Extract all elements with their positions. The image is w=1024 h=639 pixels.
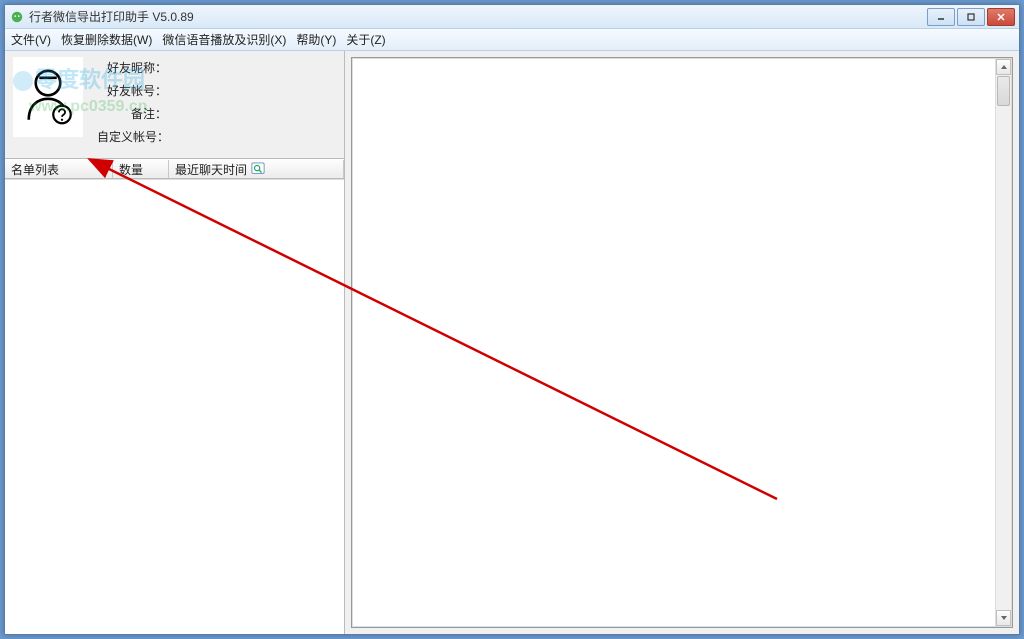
column-name-list[interactable]: 名单列表 (5, 160, 113, 178)
scroll-thumb[interactable] (997, 76, 1010, 106)
custom-account-label: 自定义帐号： (97, 128, 169, 145)
menu-voice[interactable]: 微信语音播放及识别(X) (162, 31, 286, 48)
magnifier-icon[interactable] (251, 162, 265, 176)
left-pane: 好友昵称： 好友帐号： 备注： 自定义帐号： 名单列表 数量 最近聊天时间 (5, 51, 345, 634)
contact-table-header: 名单列表 数量 最近聊天时间 (5, 159, 344, 179)
close-icon (996, 12, 1006, 22)
column-last-chat-time[interactable]: 最近聊天时间 (169, 160, 344, 178)
menubar: 文件(V) 恢复删除数据(W) 微信语音播放及识别(X) 帮助(Y) 关于(Z) (5, 29, 1019, 51)
column-last-chat-time-label: 最近聊天时间 (175, 161, 247, 178)
minimize-button[interactable] (927, 8, 955, 26)
menu-about[interactable]: 关于(Z) (346, 31, 385, 48)
account-label: 好友帐号： (97, 82, 167, 99)
menu-file[interactable]: 文件(V) (11, 31, 51, 48)
minimize-icon (936, 12, 946, 22)
remark-label: 备注： (97, 105, 167, 122)
window-title: 行者微信导出打印助手 V5.0.89 (29, 8, 927, 25)
app-icon (9, 9, 25, 25)
column-count[interactable]: 数量 (113, 160, 169, 178)
menu-recover[interactable]: 恢复删除数据(W) (61, 31, 152, 48)
scroll-up-button[interactable] (996, 59, 1011, 75)
contact-info-panel: 好友昵称： 好友帐号： 备注： 自定义帐号： (5, 51, 344, 159)
vertical-scrollbar[interactable] (995, 59, 1011, 626)
titlebar[interactable]: 行者微信导出打印助手 V5.0.89 (5, 5, 1019, 29)
chevron-up-icon (1000, 63, 1008, 71)
avatar (13, 57, 83, 137)
maximize-icon (966, 12, 976, 22)
chevron-down-icon (1000, 614, 1008, 622)
client-area: 好友昵称： 好友帐号： 备注： 自定义帐号： 名单列表 数量 最近聊天时间 (5, 51, 1019, 634)
close-button[interactable] (987, 8, 1015, 26)
nickname-label: 好友昵称： (97, 59, 167, 76)
person-unknown-icon (20, 65, 76, 129)
contact-list[interactable] (5, 179, 344, 634)
chat-content-pane[interactable] (351, 57, 1013, 628)
scroll-down-button[interactable] (996, 610, 1011, 626)
contact-info-fields: 好友昵称： 好友帐号： 备注： 自定义帐号： (97, 57, 169, 152)
menu-help[interactable]: 帮助(Y) (296, 31, 336, 48)
maximize-button[interactable] (957, 8, 985, 26)
app-window: 行者微信导出打印助手 V5.0.89 文件(V) 恢复删除数据(W) 微信语音播… (4, 4, 1020, 635)
window-controls (927, 8, 1015, 26)
